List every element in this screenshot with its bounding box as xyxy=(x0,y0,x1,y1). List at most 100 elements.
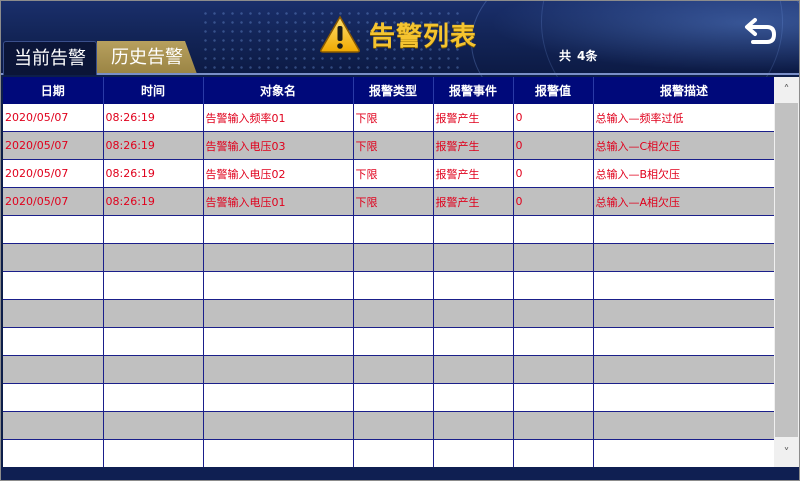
column-header-object-name[interactable]: 对象名 xyxy=(203,77,354,104)
column-header-alarm-value[interactable]: 报警值 xyxy=(513,77,594,104)
cell-alarm-description xyxy=(593,355,774,384)
table-row[interactable] xyxy=(3,243,774,272)
cell-date xyxy=(3,215,104,244)
cell-alarm-event: 报警产生 xyxy=(433,104,514,132)
cell-time xyxy=(103,411,204,440)
column-header-alarm-type[interactable]: 报警类型 xyxy=(353,77,434,104)
scrollbar-thumb[interactable] xyxy=(775,103,798,437)
cell-alarm-value: 0 xyxy=(513,159,594,188)
chevron-down-icon[interactable]: ˅ xyxy=(774,439,799,467)
cell-date xyxy=(3,411,104,440)
cell-object-name: 告警输入电压02 xyxy=(203,159,354,188)
cell-alarm-type xyxy=(353,327,434,356)
cell-alarm-event xyxy=(433,271,514,300)
table-scrollbar[interactable]: ˄ ˅ xyxy=(774,77,799,467)
cell-date: 2020/05/07 xyxy=(3,104,104,132)
cell-object-name xyxy=(203,243,354,272)
tab-underline xyxy=(1,73,799,75)
cell-alarm-description xyxy=(593,411,774,440)
back-arrow-icon[interactable] xyxy=(743,17,777,49)
cell-alarm-description: 总输入—B相欠压 xyxy=(593,159,774,188)
cell-alarm-description xyxy=(593,327,774,356)
table-row[interactable]: 2020/05/07 08:26:19 告警输入电压02 下限 报警产生 0 总输入—B相欠… xyxy=(3,159,774,188)
header-bar: 告警列表 共 4条 当前告警 历史告警 xyxy=(1,1,799,143)
page-title: 告警列表 xyxy=(369,21,478,52)
cell-time xyxy=(103,271,204,300)
cell-alarm-value xyxy=(513,327,594,356)
table-row[interactable]: 2020/05/07 08:26:19 告警输入电压03 下限 报警产生 0 总输入—C相欠… xyxy=(3,131,774,160)
cell-date: 2020/05/07 xyxy=(3,159,104,188)
cell-alarm-value xyxy=(513,383,594,412)
cell-time: 08:26:19 xyxy=(103,104,204,132)
tab-history-alarms[interactable]: 历史告警 xyxy=(97,41,197,74)
cell-alarm-event xyxy=(433,355,514,384)
table-row[interactable] xyxy=(3,299,774,328)
cell-object-name: 告警输入频率01 xyxy=(203,104,354,132)
cell-object-name xyxy=(203,355,354,384)
cell-alarm-event: 报警产生 xyxy=(433,187,514,216)
cell-alarm-description: 总输入—频率过低 xyxy=(593,104,774,132)
cell-alarm-type xyxy=(353,439,434,467)
column-header-alarm-event[interactable]: 报警事件 xyxy=(433,77,514,104)
cell-date: 2020/05/07 xyxy=(3,187,104,216)
tab-current-alarms[interactable]: 当前告警 xyxy=(3,41,97,75)
cell-alarm-description xyxy=(593,383,774,412)
alarm-count-value: 4条 xyxy=(577,49,598,63)
cell-object-name: 告警输入电压01 xyxy=(203,187,354,216)
table-row[interactable] xyxy=(3,439,774,467)
cell-alarm-type xyxy=(353,383,434,412)
table-row[interactable] xyxy=(3,271,774,300)
table-row[interactable] xyxy=(3,411,774,440)
cell-alarm-value xyxy=(513,355,594,384)
cell-alarm-type xyxy=(353,243,434,272)
cell-alarm-event xyxy=(433,327,514,356)
cell-alarm-type: 下限 xyxy=(353,131,434,160)
cell-alarm-value xyxy=(513,215,594,244)
cell-date xyxy=(3,383,104,412)
footer-bar xyxy=(1,467,799,480)
table-row[interactable] xyxy=(3,383,774,412)
cell-date xyxy=(3,327,104,356)
cell-time: 08:26:19 xyxy=(103,187,204,216)
cell-alarm-type xyxy=(353,355,434,384)
cell-alarm-description xyxy=(593,215,774,244)
cell-alarm-value xyxy=(513,271,594,300)
table-row[interactable] xyxy=(3,327,774,356)
cell-alarm-description: 总输入—C相欠压 xyxy=(593,131,774,160)
chevron-up-icon[interactable]: ˄ xyxy=(774,77,799,103)
cell-object-name: 告警输入电压03 xyxy=(203,131,354,160)
cell-object-name xyxy=(203,439,354,467)
cell-time xyxy=(103,215,204,244)
table-row[interactable]: 2020/05/07 08:26:19 告警输入电压01 下限 报警产生 0 总输入—A相欠… xyxy=(3,187,774,216)
cell-date xyxy=(3,439,104,467)
table-row[interactable]: 2020/05/07 08:26:19 告警输入频率01 下限 报警产生 0 总输入—频率过… xyxy=(3,104,774,132)
cell-alarm-event: 报警产生 xyxy=(433,159,514,188)
table-row[interactable] xyxy=(3,215,774,244)
warning-triangle-icon xyxy=(320,15,360,53)
cell-alarm-value xyxy=(513,243,594,272)
cell-date xyxy=(3,299,104,328)
cell-alarm-type xyxy=(353,215,434,244)
cell-alarm-type: 下限 xyxy=(353,187,434,216)
cell-object-name xyxy=(203,411,354,440)
cell-time: 08:26:19 xyxy=(103,131,204,160)
cell-time xyxy=(103,383,204,412)
cell-alarm-value xyxy=(513,439,594,467)
column-header-date[interactable]: 日期 xyxy=(3,77,104,104)
cell-alarm-event xyxy=(433,243,514,272)
cell-date xyxy=(3,243,104,272)
cell-date: 2020/05/07 xyxy=(3,131,104,160)
cell-time xyxy=(103,243,204,272)
table-row[interactable] xyxy=(3,355,774,384)
alarm-count: 共 4条 xyxy=(559,47,603,64)
alarm-count-prefix: 共 xyxy=(559,49,572,63)
cell-alarm-type xyxy=(353,271,434,300)
column-header-time[interactable]: 时间 xyxy=(103,77,204,104)
cell-alarm-description xyxy=(593,299,774,328)
cell-time xyxy=(103,327,204,356)
cell-alarm-event: 报警产生 xyxy=(433,131,514,160)
cell-time: 08:26:19 xyxy=(103,159,204,188)
cell-alarm-type: 下限 xyxy=(353,159,434,188)
column-header-alarm-description[interactable]: 报警描述 xyxy=(593,77,774,104)
cell-alarm-value: 0 xyxy=(513,131,594,160)
